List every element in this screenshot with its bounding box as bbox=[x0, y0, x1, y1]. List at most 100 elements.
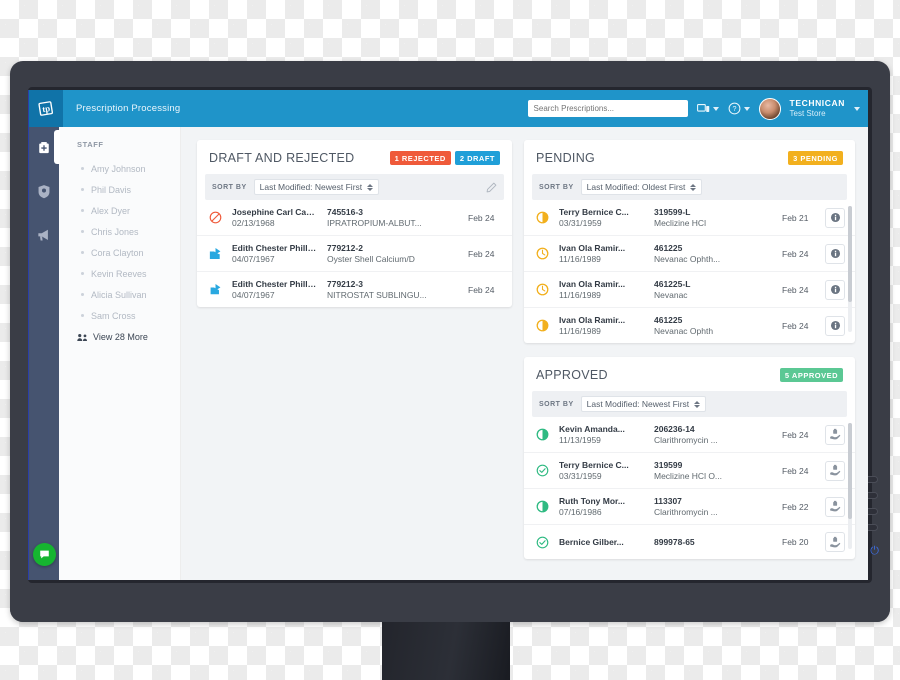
row-date: Feb 22 bbox=[782, 501, 809, 512]
chevron-down-icon[interactable] bbox=[854, 106, 860, 111]
check-circle-icon bbox=[536, 464, 548, 477]
sort-by-label: SORT BY bbox=[212, 183, 247, 191]
power-icon[interactable]: ⏻ bbox=[870, 546, 879, 557]
check-circle-icon bbox=[536, 536, 548, 548]
card-header: DRAFT AND REJECTED 1 REJECTED 2 DRAFT bbox=[197, 140, 512, 174]
dispense-button[interactable] bbox=[825, 460, 845, 481]
info-icon bbox=[830, 212, 840, 223]
draft-rejected-list: Josephine Carl Castil... 02/13/1968 7455… bbox=[197, 200, 512, 307]
help-menu[interactable]: ? bbox=[728, 102, 750, 115]
status-badge-approved: 5 APPROVED bbox=[779, 368, 843, 382]
column-left: DRAFT AND REJECTED 1 REJECTED 2 DRAFT SO… bbox=[197, 140, 512, 580]
scrollbar-thumb[interactable] bbox=[848, 206, 852, 302]
row-date: Feb 24 bbox=[782, 465, 809, 476]
table-row[interactable]: Terry Bernice C... 03/31/1959 319599 Mec… bbox=[524, 452, 855, 488]
dispense-button[interactable] bbox=[825, 496, 845, 517]
drug-name: Nevanac bbox=[654, 290, 688, 300]
sidebar-item-staff-2[interactable]: Alex Dyer bbox=[77, 200, 180, 221]
search-input[interactable] bbox=[527, 100, 688, 117]
staff-panel: STAFF Amy Johnson Phil Davis Alex Dyer C… bbox=[59, 127, 181, 580]
table-row[interactable]: Bernice Gilber... 899978-65 Feb 20 bbox=[524, 524, 855, 559]
table-row[interactable]: Ivan Ola Ramir... 11/16/1989 461225 Neva… bbox=[524, 307, 855, 343]
share-square-icon bbox=[210, 284, 220, 295]
drug-name: Nevanac Ophth... bbox=[654, 254, 721, 264]
dispense-hand-icon bbox=[829, 536, 840, 547]
scrollbar-thumb[interactable] bbox=[848, 423, 852, 519]
sidebar-item-staff-7[interactable]: Sam Cross bbox=[77, 305, 180, 326]
tp-logo-icon: tp bbox=[37, 101, 53, 116]
row-patient: Ivan Ola Ramir... 11/16/1989 bbox=[559, 315, 645, 336]
patient-dob: 11/16/1989 bbox=[559, 290, 601, 300]
rail-item-shield[interactable] bbox=[33, 180, 55, 202]
sidebar-item-staff-5[interactable]: Kevin Reeves bbox=[77, 263, 180, 284]
sidebar-item-staff-3[interactable]: Chris Jones bbox=[77, 221, 180, 242]
row-status bbox=[534, 319, 550, 332]
sidebar-item-staff-0[interactable]: Amy Johnson bbox=[77, 158, 180, 179]
row-rx: 461225-L Nevanac bbox=[654, 279, 773, 300]
table-row[interactable]: Ruth Tony Mor... 07/16/1986 113307 Clari… bbox=[524, 488, 855, 524]
row-status bbox=[534, 211, 550, 224]
scrollbar-track[interactable] bbox=[848, 206, 852, 332]
sort-select-value: Last Modified: Oldest First bbox=[586, 182, 686, 192]
info-button[interactable] bbox=[825, 279, 845, 300]
staff-name: Alicia Sullivan bbox=[91, 289, 147, 300]
card-pending: PENDING 3 PENDING SORT BY Last Modified:… bbox=[524, 140, 855, 343]
table-row[interactable]: Josephine Carl Castil... 02/13/1968 7455… bbox=[197, 200, 512, 235]
app-header: tp Prescription Processing ? bbox=[29, 90, 868, 127]
avatar[interactable] bbox=[758, 97, 781, 120]
dispense-button[interactable] bbox=[825, 424, 845, 445]
rail-item-announcements[interactable] bbox=[33, 224, 55, 246]
info-button[interactable] bbox=[825, 207, 845, 228]
rx-number: 745516-3 bbox=[327, 207, 363, 217]
row-status bbox=[207, 211, 223, 224]
shield-icon bbox=[38, 184, 50, 198]
info-button[interactable] bbox=[825, 315, 845, 336]
row-rx: 113307 Clarithromycin ... bbox=[654, 496, 773, 517]
sidebar-item-staff-6[interactable]: Alicia Sullivan bbox=[77, 284, 180, 305]
patient-dob: 11/16/1989 bbox=[559, 254, 601, 264]
bullet-icon bbox=[81, 251, 84, 254]
app-logo[interactable]: tp bbox=[29, 90, 63, 127]
row-patient: Terry Bernice C... 03/31/1959 bbox=[559, 460, 645, 481]
info-button[interactable] bbox=[825, 243, 845, 264]
rail-item-pharmacy[interactable] bbox=[33, 130, 60, 164]
patient-name: Ivan Ola Ramir... bbox=[559, 279, 626, 289]
icon-rail bbox=[29, 127, 60, 580]
device-menu[interactable] bbox=[696, 103, 719, 115]
card-title: PENDING bbox=[536, 151, 596, 165]
rx-number: 899978-65 bbox=[654, 536, 695, 547]
patient-dob: 04/07/1967 bbox=[232, 254, 275, 264]
sort-select[interactable]: Last Modified: Newest First bbox=[580, 396, 707, 412]
monitor-stand bbox=[382, 622, 510, 680]
bullet-icon bbox=[81, 167, 84, 170]
monitor-frame: ⏻ tp Prescription Processing Search Pres… bbox=[10, 61, 890, 622]
stepper-icon bbox=[690, 183, 697, 191]
drug-name: IPRATROPIUM-ALBUT... bbox=[327, 218, 422, 228]
table-row[interactable]: Terry Bernice C... 03/31/1959 319599-L M… bbox=[524, 200, 855, 235]
info-icon bbox=[830, 248, 840, 259]
half-circle-icon bbox=[536, 500, 548, 513]
chat-bubble-button[interactable] bbox=[33, 543, 56, 566]
dispense-button[interactable] bbox=[825, 532, 845, 552]
table-row[interactable]: Kevin Amanda... 11/13/1959 206236-14 Cla… bbox=[524, 417, 855, 452]
row-patient: Josephine Carl Castil... 02/13/1968 bbox=[232, 207, 318, 228]
scrollbar-track[interactable] bbox=[848, 423, 852, 549]
svg-text:tp: tp bbox=[41, 103, 50, 114]
view-more-button[interactable]: View 28 More bbox=[77, 332, 180, 342]
patient-dob: 11/13/1959 bbox=[559, 435, 601, 445]
sort-select[interactable]: Last Modified: Oldest First bbox=[580, 179, 703, 195]
screen-viewport: tp Prescription Processing ? bbox=[28, 90, 868, 580]
edit-pencil-button[interactable] bbox=[486, 182, 497, 193]
sidebar-item-staff-4[interactable]: Cora Clayton bbox=[77, 242, 180, 263]
table-row[interactable]: Edith Chester Phillips 04/07/1967 779212… bbox=[197, 271, 512, 307]
columns: DRAFT AND REJECTED 1 REJECTED 2 DRAFT SO… bbox=[181, 127, 868, 580]
table-row[interactable]: Ivan Ola Ramir... 11/16/1989 461225-L Ne… bbox=[524, 271, 855, 307]
card-title: APPROVED bbox=[536, 368, 608, 382]
sort-select[interactable]: Last Modified: Newest First bbox=[253, 179, 380, 195]
user-menu[interactable]: TECHNICAN Test Store bbox=[790, 98, 845, 119]
table-row[interactable]: Edith Chester Phillips 04/07/1967 779212… bbox=[197, 235, 512, 271]
table-row[interactable]: Ivan Ola Ramir... 11/16/1989 461225 Neva… bbox=[524, 235, 855, 271]
row-rx: 319599 Meclizine HCl O... bbox=[654, 460, 773, 481]
patient-name: Ivan Ola Ramir... bbox=[559, 243, 626, 253]
sidebar-item-staff-1[interactable]: Phil Davis bbox=[77, 179, 180, 200]
